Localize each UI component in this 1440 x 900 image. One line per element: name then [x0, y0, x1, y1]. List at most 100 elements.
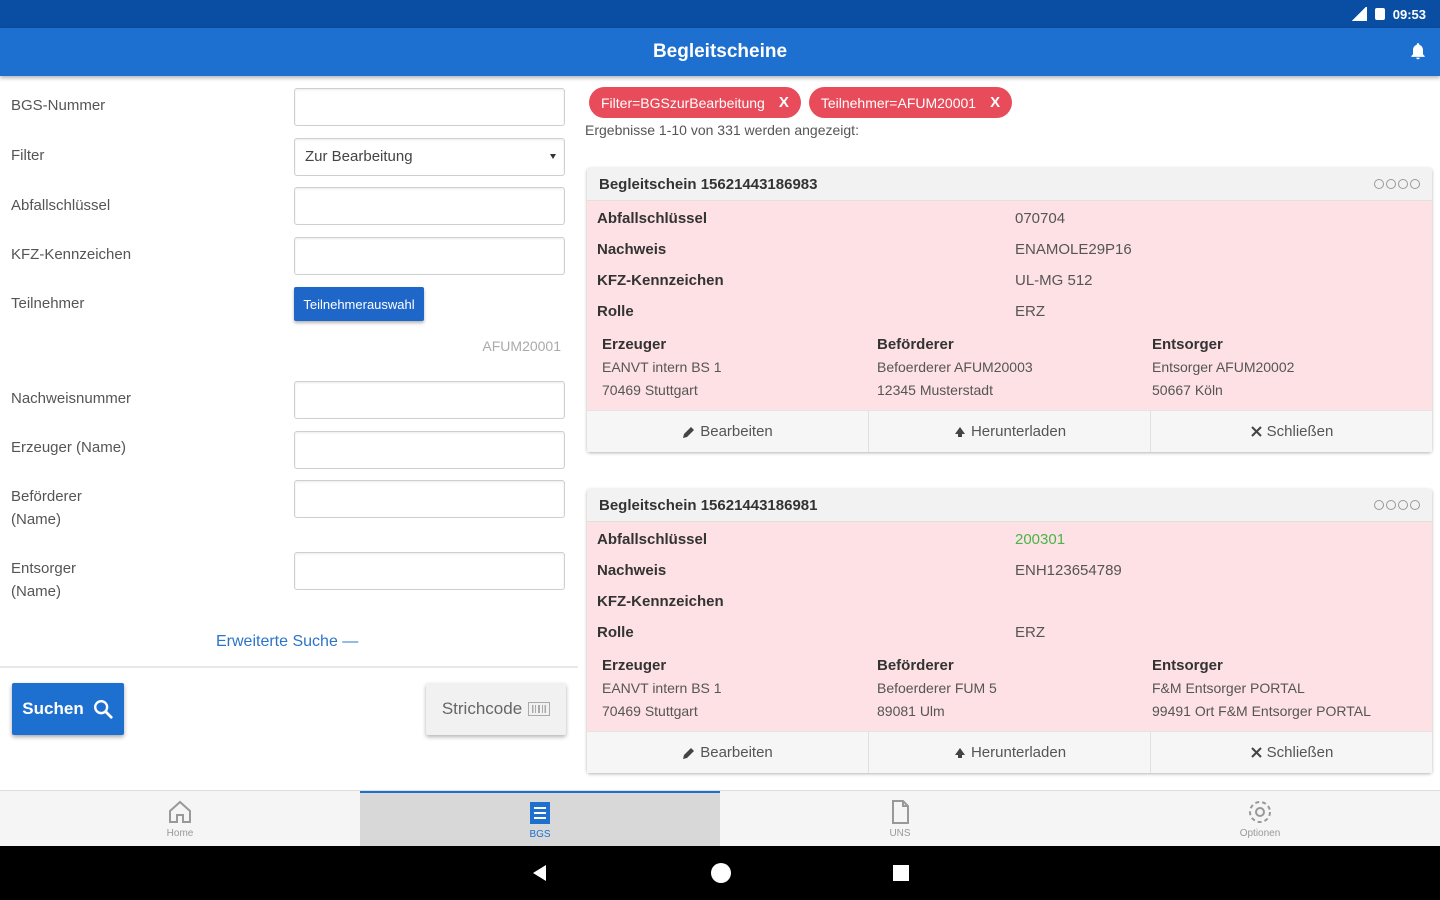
party-heading: Entsorger — [1152, 336, 1223, 353]
remove-filter-icon[interactable]: X — [779, 94, 789, 111]
card-row: Rolle ERZ — [597, 296, 1422, 327]
card-body: Abfallschlüssel 070704 Nachweis ENAMOLE29P… — [587, 201, 1432, 410]
close-button[interactable]: Schließen — [1151, 732, 1432, 773]
party-line: 70469 Stuttgart — [602, 703, 698, 719]
befoerderer-label-line1: Beförderer — [11, 488, 82, 505]
recents-icon[interactable] — [892, 864, 910, 882]
close-icon — [1250, 747, 1262, 758]
page-title: Begleitscheine — [652, 41, 788, 62]
status-time: 09:53 — [1392, 6, 1426, 22]
card-row: Nachweis ENAMOLE29P16 — [597, 234, 1422, 265]
party-heading: Beförderer — [877, 336, 954, 353]
teilnehmer-chip[interactable]: Teilnehmer=AFUM20001 X — [808, 87, 1013, 118]
entsorger-input[interactable] — [294, 552, 565, 590]
barcode-icon — [528, 702, 551, 716]
download-label: Herunterladen — [970, 423, 1067, 440]
download-icon — [954, 747, 965, 758]
nav-uns[interactable]: UNS — [720, 791, 1080, 846]
row-value: UL-MG 512 — [1015, 272, 1093, 289]
edit-button[interactable]: Bearbeiten — [587, 732, 869, 773]
download-icon — [954, 426, 965, 437]
party-entsorger: Entsorger Entsorger AFUM20002 50667 Köln — [1147, 333, 1422, 402]
advanced-search-link[interactable]: Erweiterte Suche — — [216, 633, 358, 651]
card-row: KFZ-Kennzeichen — [597, 586, 1422, 617]
nav-bgs-label: BGS — [529, 829, 551, 840]
system-navigation-bar — [0, 846, 1440, 900]
close-label: Schließen — [1266, 423, 1334, 440]
filter-select-value: Zur Bearbeitung — [305, 148, 413, 165]
download-button[interactable]: Herunterladen — [869, 732, 1151, 773]
nav-optionen[interactable]: Optionen — [1080, 791, 1440, 846]
party-entsorger: Entsorger F&M Entsorger PORTAL 99491 Ort… — [1147, 654, 1422, 723]
party-erzeuger: Erzeuger EANVT intern BS 1 70469 Stuttga… — [597, 654, 872, 723]
party-heading: Beförderer — [877, 657, 954, 674]
party-heading: Erzeuger — [602, 657, 667, 674]
row-value: ERZ — [1015, 303, 1045, 320]
party-line: 70469 Stuttgart — [602, 382, 698, 398]
home-icon — [169, 800, 191, 823]
row-value: ENAMOLE29P16 — [1015, 241, 1132, 258]
party-line: Befoerderer FUM 5 — [877, 680, 997, 696]
gear-icon — [1249, 801, 1271, 823]
parties: Erzeuger EANVT intern BS 1 70469 Stuttga… — [597, 333, 1422, 402]
filter-select[interactable]: Zur Bearbeitung — [294, 138, 565, 176]
results-count: Ergebnisse 1-10 von 331 werden angezeigt… — [585, 122, 859, 138]
party-line: Befoerderer AFUM20003 — [877, 359, 1033, 375]
parties: Erzeuger EANVT intern BS 1 70469 Stuttga… — [597, 654, 1422, 723]
remove-teilnehmer-icon[interactable]: X — [990, 94, 1000, 111]
download-button[interactable]: Herunterladen — [869, 411, 1151, 452]
abfall-label: Abfallschlüssel — [11, 197, 111, 214]
close-button[interactable]: Schließen — [1151, 411, 1432, 452]
party-line: 50667 Köln — [1152, 382, 1223, 398]
bgs-input[interactable] — [294, 88, 565, 126]
close-label: Schließen — [1266, 744, 1334, 761]
lock-icon — [1374, 8, 1385, 20]
row-value: ENH123654789 — [1015, 562, 1122, 579]
barcode-button-label: Strichcode — [441, 699, 523, 718]
edit-label: Bearbeiten — [700, 744, 773, 761]
erzeuger-input[interactable] — [294, 431, 565, 469]
filter-chip-label: Filter=BGSzurBearbeitung — [601, 94, 765, 111]
row-value: ERZ — [1015, 624, 1045, 641]
teilnehmer-select-button[interactable]: Teilnehmerauswahl — [294, 287, 424, 321]
entsorger-label-line1: Entsorger — [11, 560, 77, 577]
filter-chip[interactable]: Filter=BGSzurBearbeitung X — [589, 87, 801, 118]
befoerderer-input[interactable] — [294, 480, 565, 518]
back-icon[interactable] — [530, 863, 550, 883]
row-key: Abfallschlüssel — [597, 531, 708, 548]
barcode-button[interactable]: Strichcode — [426, 683, 566, 735]
party-line: 89081 Ulm — [877, 703, 945, 719]
notification-bell-icon[interactable] — [1408, 40, 1428, 62]
card-row: Abfallschlüssel 070704 — [597, 203, 1422, 234]
card-title: Begleitschein 15621443186981 — [599, 496, 818, 514]
nav-home[interactable]: Home — [0, 791, 360, 846]
status-bar: 09:53 — [0, 0, 1440, 28]
app-bar: Begleitscheine — [0, 28, 1440, 76]
party-line: EANVT intern BS 1 — [602, 680, 722, 696]
befoerderer-label: Beförderer (Name) — [11, 485, 82, 531]
abfall-input[interactable] — [294, 187, 565, 225]
kfz-input[interactable] — [294, 237, 565, 275]
search-button[interactable]: Suchen — [12, 683, 124, 735]
party-befoerderer: Beförderer Befoerderer FUM 5 89081 Ulm — [872, 654, 1147, 723]
party-befoerderer: Beförderer Befoerderer AFUM20003 12345 M… — [872, 333, 1147, 402]
begleitschein-card: Begleitschein 15621443186983 Abfallschlü… — [587, 168, 1432, 452]
teilnehmer-selected: AFUM20001 — [482, 338, 561, 354]
card-header: Begleitschein 15621443186981 — [587, 489, 1432, 522]
begleitschein-card: Begleitschein 15621443186981 Abfallschlü… — [587, 489, 1432, 773]
nachweis-input[interactable] — [294, 381, 565, 419]
home-circle-icon[interactable] — [710, 862, 732, 884]
row-key: Nachweis — [597, 241, 667, 258]
card-row: Rolle ERZ — [597, 617, 1422, 648]
entsorger-label-line2: (Name) — [11, 583, 62, 600]
row-key: KFZ-Kennzeichen — [597, 272, 724, 289]
teilnehmer-label: Teilnehmer — [11, 295, 85, 312]
party-erzeuger: Erzeuger EANVT intern BS 1 70469 Stuttga… — [597, 333, 872, 402]
edit-button[interactable]: Bearbeiten — [587, 411, 869, 452]
party-heading: Entsorger — [1152, 657, 1223, 674]
party-line: 12345 Musterstadt — [877, 382, 993, 398]
nav-bgs[interactable]: BGS — [360, 791, 720, 846]
filter-label: Filter — [11, 147, 45, 164]
close-icon — [1250, 426, 1262, 437]
party-line: 99491 Ort F&M Entsorger PORTAL — [1152, 703, 1371, 719]
